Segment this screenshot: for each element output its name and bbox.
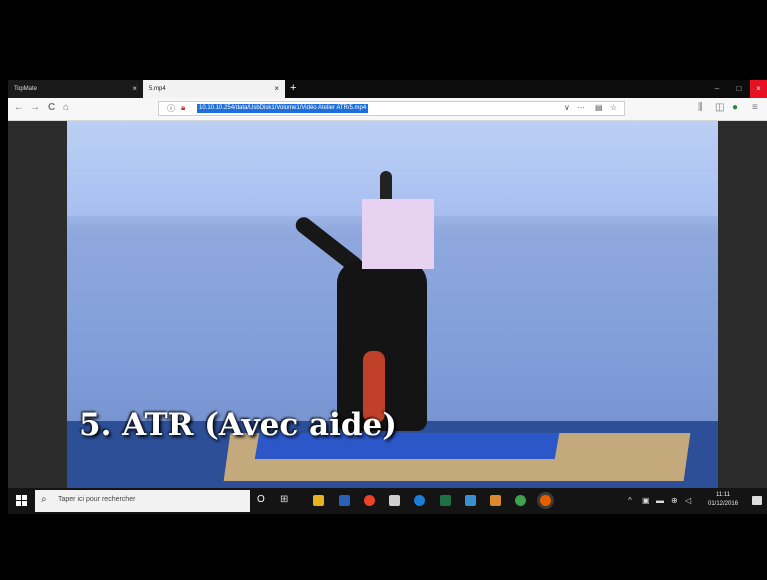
bookmark-star-icon[interactable]: ☆ [610, 103, 617, 112]
file-explorer-icon[interactable] [313, 495, 324, 506]
cortana-icon[interactable]: O [257, 494, 265, 505]
forward-icon[interactable]: → [30, 102, 40, 113]
new-tab-button[interactable]: + [290, 80, 296, 97]
sidebar-icon[interactable]: ◫ [715, 102, 724, 113]
taskbar: ⌕ Taper ici pour rechercher O ⊞ ^ ▣ ▬ ⊕ … [8, 488, 767, 514]
tab-bar: TopMate × 5.mp4 × + – □ × [8, 80, 767, 98]
url-text[interactable]: 10.10.10.254/data/UsbDisk1/Volume1/Vidéo… [197, 104, 369, 113]
search-placeholder: Taper ici pour rechercher [58, 496, 136, 503]
insecure-lock-icon[interactable]: 🔒︎ [181, 103, 185, 113]
tab-title: TopMate [14, 86, 38, 92]
tray-chevron-icon[interactable]: ^ [628, 496, 632, 505]
battery-icon[interactable]: ▬ [656, 496, 664, 505]
video-player[interactable]: 5. ATR (Avec aide) [67, 121, 718, 488]
store-icon[interactable] [465, 495, 476, 506]
chevron-down-icon[interactable]: ∨ [564, 103, 570, 112]
task-view-icon[interactable]: ⊞ [280, 494, 288, 505]
minimize-button[interactable]: – [707, 80, 727, 98]
info-icon[interactable]: ⓘ [167, 103, 175, 114]
maximize-button[interactable]: □ [729, 80, 749, 98]
extension-icon[interactable]: ● [732, 102, 738, 113]
clock-date: 01/12/2016 [708, 501, 739, 507]
reload-icon[interactable]: C [48, 102, 55, 113]
edge-icon[interactable] [414, 495, 425, 506]
video-caption: 5. ATR (Avec aide) [79, 407, 397, 443]
back-icon[interactable]: ← [14, 102, 24, 113]
chrome-icon[interactable] [364, 495, 375, 506]
word-icon[interactable] [339, 495, 350, 506]
excel-icon[interactable] [440, 495, 451, 506]
library-icon[interactable]: ⫼ [698, 102, 703, 113]
face-blur-overlay [362, 199, 434, 269]
notification-icon[interactable] [752, 496, 762, 505]
address-bar[interactable]: ⓘ 🔒︎ 10.10.10.254/data/UsbDisk1/Volume1/… [158, 101, 625, 116]
clock-time: 11:11 [715, 492, 731, 498]
home-icon[interactable]: ⌂ [63, 102, 69, 113]
firefox-icon[interactable] [540, 495, 551, 506]
tab-close-icon[interactable]: × [132, 80, 137, 98]
tab-video[interactable]: 5.mp4 × [143, 80, 285, 98]
close-window-button[interactable]: × [750, 80, 767, 98]
paint-icon[interactable] [490, 495, 501, 506]
navigation-bar: ← → C ⌂ ⓘ 🔒︎ 10.10.10.254/data/UsbDisk1/… [8, 98, 767, 121]
tab-title: 5.mp4 [149, 86, 166, 92]
taskbar-search[interactable]: ⌕ Taper ici pour rechercher [35, 490, 250, 512]
network-icon[interactable]: ▣ [642, 496, 650, 505]
tab-close-icon[interactable]: × [274, 80, 279, 98]
calculator-icon[interactable] [389, 495, 400, 506]
chrome-icon[interactable] [515, 495, 526, 506]
windows-start-icon[interactable] [16, 495, 27, 506]
more-actions-icon[interactable]: ··· [577, 103, 585, 112]
language-icon[interactable]: ⊕ [671, 496, 678, 505]
screen: TopMate × 5.mp4 × + – □ × ← → C ⌂ ⓘ 🔒︎ 1… [8, 80, 767, 514]
reader-view-icon[interactable]: ▤ [595, 103, 603, 112]
menu-icon[interactable]: ≡ [752, 102, 758, 113]
volume-icon[interactable]: ◁ [685, 496, 691, 505]
search-icon: ⌕ [41, 494, 47, 505]
taskbar-clock[interactable]: 11:11 01/12/2016 [708, 491, 738, 509]
tab-topmate[interactable]: TopMate × [8, 80, 143, 98]
page-content: 5. ATR (Avec aide) [8, 121, 767, 488]
